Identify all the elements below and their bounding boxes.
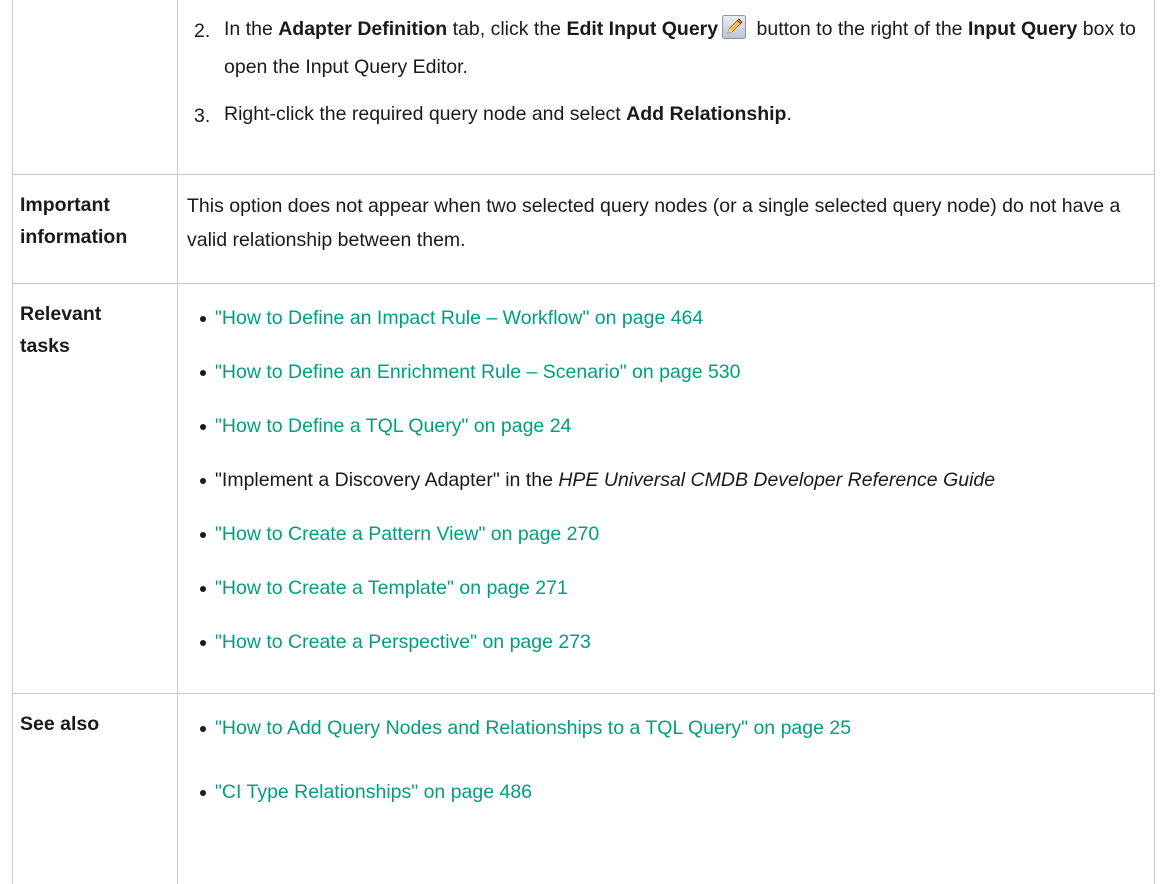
row-content-cell: This option does not appear when two sel… [177,173,1155,284]
cross-reference-link[interactable]: "How to Define an Impact Rule – Workflow… [215,307,703,329]
bullet-icon [200,789,206,796]
label-line: Important [20,193,110,216]
row-label-cell: Important information [12,173,178,284]
tasks-list: "How to Define an Impact Rule – Workflow… [178,284,1154,659]
cross-reference-link[interactable]: "How to Create a Perspective" on page 27… [215,631,591,653]
bold-term: Add Relationship [626,103,787,125]
label-line: information [20,225,128,248]
list-item: "How to Create a Perspective" on page 27… [178,625,1154,659]
guide-title: HPE Universal CMDB Developer Reference G… [558,468,996,491]
step-text: . [786,103,792,125]
step-number: 2. [194,20,211,42]
row-label-cell: See also [12,692,178,884]
cross-reference-link[interactable]: "How to Define a TQL Query" on page 24 [215,415,571,437]
bullet-icon [200,639,206,646]
row-label: Relevant tasks [13,284,177,362]
step-text: button to the right of the [751,18,968,40]
row-label-cell: Relevant tasks [12,282,178,694]
list-item: "How to Create a Template" on page 271 [178,571,1154,605]
bullet-icon [200,531,206,538]
see-also-list: "How to Add Query Nodes and Relationship… [178,694,1154,809]
list-item: "How to Define a TQL Query" on page 24 [178,409,1154,443]
cross-reference-link[interactable]: "CI Type Relationships" on page 486 [215,781,532,803]
info-paragraph: This option does not appear when two sel… [187,194,1121,251]
bold-term: Input Query [967,18,1078,40]
step-text: Right-click the required query node and … [224,103,627,125]
step-3: 3. Right-click the required query node a… [178,95,1154,133]
row-see-also: See also "How to Add Query Nodes and Rel… [12,692,1155,884]
list-item: "How to Add Query Nodes and Relationship… [178,711,1154,745]
cross-reference-link[interactable]: "How to Define an Enrichment Rule – Scen… [215,361,741,383]
bullet-icon [200,477,206,484]
step-number: 3. [194,105,211,127]
cross-reference-link[interactable]: "How to Create a Pattern View" on page 2… [215,523,599,545]
label-line: tasks [20,334,70,357]
row-label: See also [20,712,100,735]
cross-reference-link[interactable]: "How to Create a Template" on page 271 [215,577,568,599]
row-steps: 2. In the Adapter Definition tab, click … [12,0,1155,175]
list-item: "CI Type Relationships" on page 486 [178,775,1154,809]
step-text: tab, click the [447,18,567,40]
bold-term: Adapter Definition [278,18,448,40]
label-line: Relevant [20,302,102,325]
bold-term: Edit Input Query [566,18,719,40]
row-important-information: Important information This option does n… [12,173,1155,284]
bullet-icon [200,585,206,592]
row-content-cell: "How to Add Query Nodes and Relationship… [177,692,1155,884]
step-2: 2. In the Adapter Definition tab, click … [178,10,1154,86]
list-item: "How to Create a Pattern View" on page 2… [178,517,1154,551]
cross-reference-link[interactable]: "How to Add Query Nodes and Relationship… [215,717,851,739]
pencil-edit-icon [722,14,747,39]
bullet-icon [200,315,206,322]
bullet-icon [200,423,206,430]
bullet-icon [200,725,206,732]
step-text: In the [224,18,279,40]
steps-list: 2. In the Adapter Definition tab, click … [178,0,1154,133]
row-content-cell: "How to Define an Impact Rule – Workflow… [177,282,1155,694]
row-steps-label-cell [12,0,178,175]
reference-table: 2. In the Adapter Definition tab, click … [12,0,1155,884]
item-text: "Implement a Discovery Adapter" in the [215,468,559,491]
list-item: "How to Define an Enrichment Rule – Scen… [178,355,1154,389]
list-item: "Implement a Discovery Adapter" in the H… [178,463,1154,497]
row-steps-content: 2. In the Adapter Definition tab, click … [177,0,1155,175]
list-item: "How to Define an Impact Rule – Workflow… [178,301,1154,335]
row-label: Important information [13,175,177,253]
row-relevant-tasks: Relevant tasks "How to Define an Impact … [12,282,1155,694]
bullet-icon [200,369,206,376]
